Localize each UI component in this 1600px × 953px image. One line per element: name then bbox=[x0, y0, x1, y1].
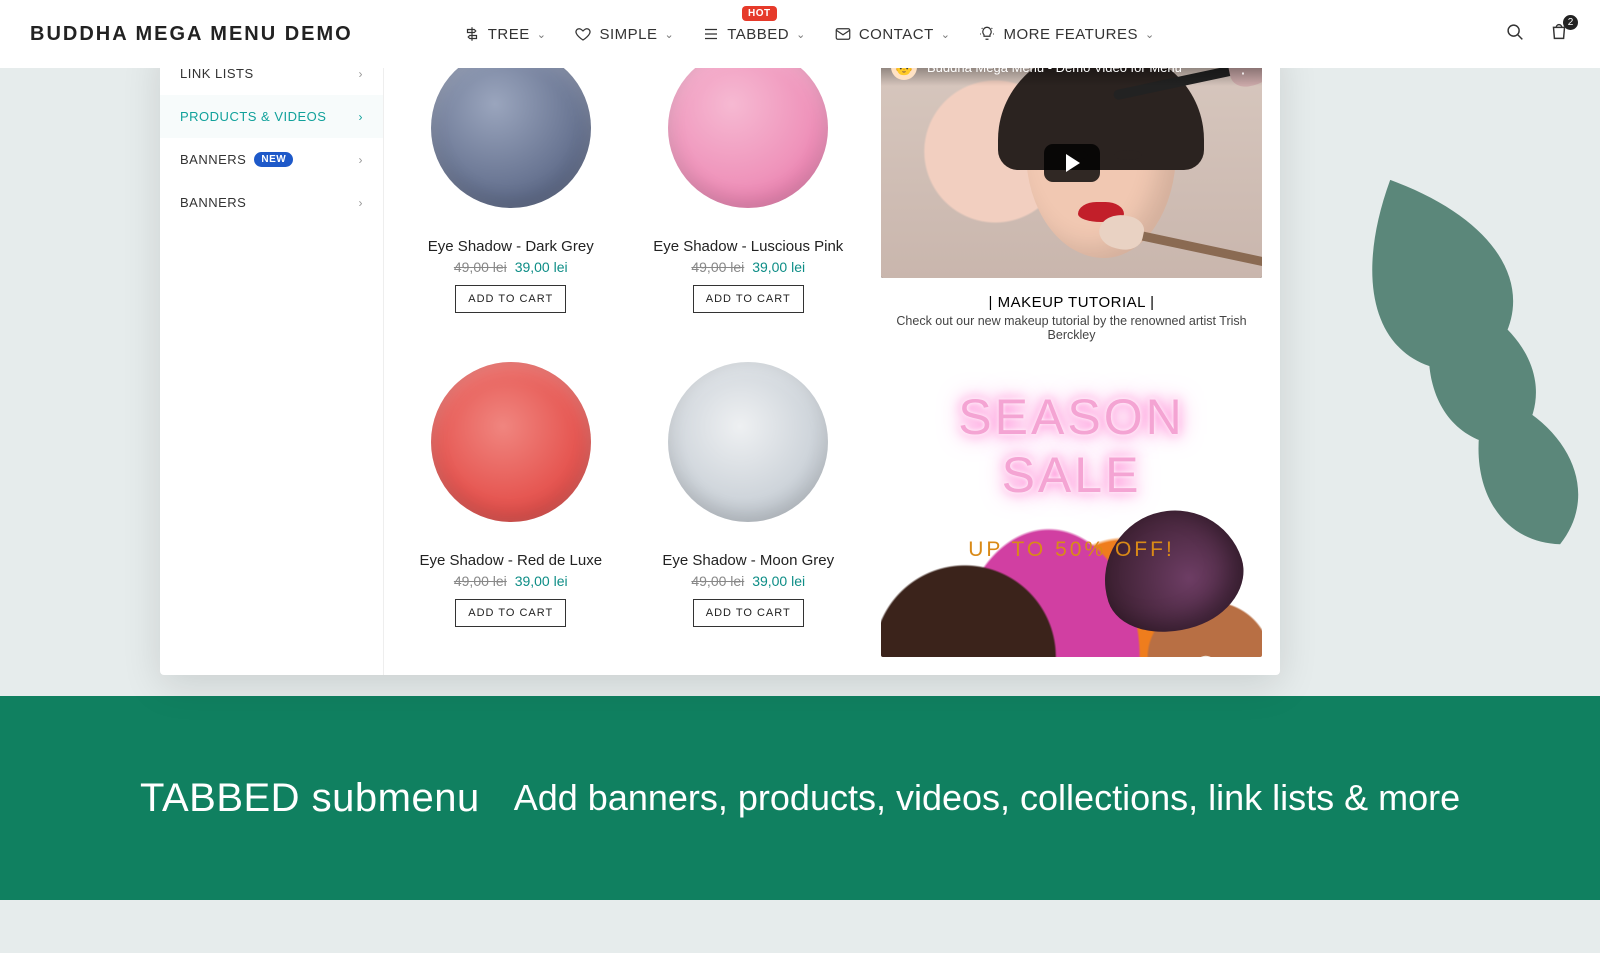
side-tab-label: PRODUCTS & VIDEOS bbox=[180, 109, 326, 124]
price-row: 49,00 lei 39,00 lei bbox=[402, 259, 620, 275]
signpost-icon bbox=[463, 25, 481, 43]
nav-more-label: MORE FEATURES bbox=[1003, 26, 1138, 43]
header-actions: 2 bbox=[1504, 21, 1570, 48]
list-icon bbox=[702, 25, 720, 43]
video-caption: | MAKEUP TUTORIAL | Check out our new ma… bbox=[881, 294, 1262, 342]
chevron-right-icon: › bbox=[359, 110, 364, 124]
mega-content: Eye Shadow - Dark Grey 49,00 lei 39,00 l… bbox=[384, 42, 1280, 675]
price-old: 49,00 lei bbox=[691, 259, 744, 275]
nav-contact-label: CONTACT bbox=[859, 26, 934, 43]
nav-tree-label: TREE bbox=[488, 26, 530, 43]
product-image[interactable] bbox=[431, 362, 591, 522]
promo-banner[interactable]: SEASON SALE UP TO 50% OFF! bbox=[881, 358, 1262, 657]
add-to-cart-button[interactable]: ADD TO CART bbox=[693, 285, 804, 313]
product-image[interactable] bbox=[431, 48, 591, 208]
cart-count-badge: 2 bbox=[1563, 15, 1578, 30]
nav-simple-label: SIMPLE bbox=[599, 26, 657, 43]
chevron-down-icon: ⌄ bbox=[941, 28, 951, 41]
mega-side-tabs: LINK LISTS › PRODUCTS & VIDEOS › BANNERS… bbox=[160, 42, 384, 675]
app-header: BUDDHA MEGA MENU DEMO TREE ⌄ SIMPLE ⌄ HO… bbox=[0, 0, 1600, 68]
product-card: Eye Shadow - Dark Grey 49,00 lei 39,00 l… bbox=[402, 48, 620, 344]
product-card: Eye Shadow - Moon Grey 49,00 lei 39,00 l… bbox=[640, 362, 858, 658]
nav-contact[interactable]: CONTACT ⌄ bbox=[834, 25, 951, 43]
chevron-right-icon: › bbox=[359, 67, 364, 81]
primary-nav: TREE ⌄ SIMPLE ⌄ HOT TABBED ⌄ CONTACT ⌄ bbox=[463, 25, 1155, 43]
bg-leaf-right bbox=[1245, 112, 1600, 632]
price-row: 49,00 lei 39,00 lei bbox=[402, 573, 620, 589]
new-badge: NEW bbox=[254, 152, 293, 167]
video-caption-body: Check out our new makeup tutorial by the… bbox=[881, 314, 1262, 342]
product-image[interactable] bbox=[668, 48, 828, 208]
price-old: 49,00 lei bbox=[454, 259, 507, 275]
caption-heading: TABBED submenu bbox=[140, 776, 480, 821]
nav-more-features[interactable]: MORE FEATURES ⌄ bbox=[978, 25, 1154, 43]
add-to-cart-button[interactable]: ADD TO CART bbox=[693, 599, 804, 627]
right-column: 👶 Buddha Mega Menu - Demo Video for Menu… bbox=[881, 48, 1262, 657]
promo-title: SEASON SALE bbox=[881, 388, 1262, 504]
price-new: 39,00 lei bbox=[515, 573, 568, 589]
site-logo[interactable]: BUDDHA MEGA MENU DEMO bbox=[30, 23, 353, 46]
chevron-right-icon: › bbox=[359, 153, 364, 167]
price-new: 39,00 lei bbox=[752, 259, 805, 275]
mega-menu-panel: LINK LISTS › PRODUCTS & VIDEOS › BANNERS… bbox=[160, 42, 1280, 675]
add-to-cart-button[interactable]: ADD TO CART bbox=[455, 599, 566, 627]
product-card: Eye Shadow - Luscious Pink 49,00 lei 39,… bbox=[640, 48, 858, 344]
side-tab-label: BANNERS bbox=[180, 195, 246, 210]
chevron-down-icon: ⌄ bbox=[537, 28, 547, 41]
add-to-cart-button[interactable]: ADD TO CART bbox=[455, 285, 566, 313]
video-embed[interactable]: 👶 Buddha Mega Menu - Demo Video for Menu… bbox=[881, 48, 1262, 278]
caption-strip: TABBED submenu Add banners, products, vi… bbox=[0, 696, 1600, 900]
product-image[interactable] bbox=[668, 362, 828, 522]
chevron-right-icon: › bbox=[359, 196, 364, 210]
nav-tree[interactable]: TREE ⌄ bbox=[463, 25, 547, 43]
price-row: 49,00 lei 39,00 lei bbox=[640, 573, 858, 589]
nav-tabbed[interactable]: HOT TABBED ⌄ bbox=[702, 25, 806, 43]
price-new: 39,00 lei bbox=[515, 259, 568, 275]
product-title[interactable]: Eye Shadow - Luscious Pink bbox=[640, 238, 858, 255]
envelope-icon bbox=[834, 25, 852, 43]
product-title[interactable]: Eye Shadow - Red de Luxe bbox=[402, 552, 620, 569]
side-tab-label: LINK LISTS bbox=[180, 66, 254, 81]
product-grid: Eye Shadow - Dark Grey 49,00 lei 39,00 l… bbox=[402, 48, 857, 657]
hot-badge: HOT bbox=[742, 6, 777, 21]
nav-tabbed-label: TABBED bbox=[727, 26, 789, 43]
search-icon[interactable] bbox=[1504, 21, 1526, 48]
price-old: 49,00 lei bbox=[691, 573, 744, 589]
side-tab-banners-new[interactable]: BANNERS NEW › bbox=[160, 138, 383, 181]
side-tab-products-videos[interactable]: PRODUCTS & VIDEOS › bbox=[160, 95, 383, 138]
play-button-icon[interactable] bbox=[1044, 144, 1100, 182]
lightbulb-icon bbox=[978, 25, 996, 43]
promo-subtitle: UP TO 50% OFF! bbox=[881, 538, 1262, 562]
price-old: 49,00 lei bbox=[454, 573, 507, 589]
chevron-down-icon: ⌄ bbox=[665, 28, 675, 41]
product-title[interactable]: Eye Shadow - Moon Grey bbox=[640, 552, 858, 569]
chevron-down-icon: ⌄ bbox=[1145, 28, 1155, 41]
side-tab-label: BANNERS bbox=[180, 152, 246, 167]
video-caption-title: | MAKEUP TUTORIAL | bbox=[881, 294, 1262, 311]
chevron-down-icon: ⌄ bbox=[796, 28, 806, 41]
price-row: 49,00 lei 39,00 lei bbox=[640, 259, 858, 275]
price-new: 39,00 lei bbox=[752, 573, 805, 589]
product-card: Eye Shadow - Red de Luxe 49,00 lei 39,00… bbox=[402, 362, 620, 658]
caption-body: Add banners, products, videos, collectio… bbox=[514, 777, 1460, 819]
nav-simple[interactable]: SIMPLE ⌄ bbox=[574, 25, 674, 43]
heart-icon bbox=[574, 25, 592, 43]
side-tab-banners[interactable]: BANNERS › bbox=[160, 181, 383, 224]
cart-button[interactable]: 2 bbox=[1548, 21, 1570, 48]
product-title[interactable]: Eye Shadow - Dark Grey bbox=[402, 238, 620, 255]
